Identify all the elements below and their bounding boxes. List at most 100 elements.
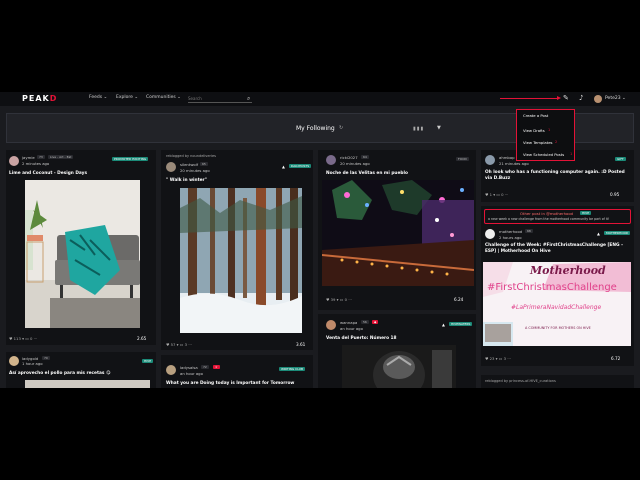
filter-icon[interactable]: ▼	[437, 125, 441, 131]
rep-badge: 72	[201, 365, 209, 369]
avatar[interactable]	[594, 95, 602, 103]
promo-subtitle: a new week a new challenge from the moth…	[488, 217, 610, 221]
vote-count[interactable]: ♥ 39 ▾ ▭ 0 ⋯	[326, 297, 352, 302]
banner-subhashtag: #LaPrimeraNavidadChallenge	[511, 304, 602, 311]
reblog-indicator: reblogged by noundeliveries	[166, 154, 216, 158]
payout-value[interactable]: 6.72	[611, 356, 620, 361]
annotation-arrow	[500, 96, 561, 100]
tag-badge[interactable]: WRITING CLUB	[279, 367, 306, 371]
hive-icon: ▲	[597, 231, 600, 236]
hive-icon: ▲	[282, 164, 285, 169]
post-time: 2 hours ago	[499, 235, 522, 240]
rep-badge: 65	[200, 162, 208, 166]
avatar	[485, 229, 495, 239]
bell-icon[interactable]: ♪	[579, 94, 583, 102]
avatar	[166, 365, 176, 375]
view-scheduled-item[interactable]: View Scheduled Posts	[523, 152, 564, 157]
payout-value[interactable]: 0.95	[610, 192, 619, 197]
post-time: 20 minutes ago	[180, 168, 210, 173]
post-author[interactable]: motherhood	[499, 229, 522, 234]
username-menu[interactable]: Pete23 ⌄	[605, 96, 626, 101]
hive-icon: ▲	[442, 322, 445, 327]
avatar	[326, 320, 336, 330]
page-title: My Following	[296, 125, 335, 132]
rep-badge: 73	[37, 155, 45, 159]
view-mode-icons[interactable]: ▮▮▮	[413, 126, 424, 132]
post-image[interactable]	[322, 180, 474, 286]
post-title[interactable]: " Walk in winter"	[166, 178, 306, 184]
tag-badge[interactable]: FOOD	[456, 157, 469, 161]
post-time: an hour ago	[340, 326, 363, 331]
create-post-item[interactable]: Create a Post	[523, 113, 548, 118]
scheduled-count: 1	[570, 152, 573, 156]
drafts-count: 1	[548, 128, 551, 132]
community-badge[interactable]: Live - Art - Eat	[48, 155, 74, 159]
payout-value[interactable]: 6.24	[454, 297, 463, 302]
banner-hashtag: #FirstChristmasChallenge	[487, 282, 617, 293]
top-navbar: PEAKD Feeds ⌄ Explore ⌄ Communities ⌄ Se…	[0, 92, 640, 106]
tag-badge[interactable]: GIFT	[615, 157, 626, 161]
view-templates-item[interactable]: View Templates	[523, 140, 553, 145]
post-title[interactable]: Noche de las Velitas en mi pueblo	[326, 171, 471, 177]
refresh-icon[interactable]: ↻	[339, 125, 343, 131]
post-author[interactable]: ricki2027	[340, 155, 358, 160]
post-author[interactable]: silentwolf	[180, 162, 198, 167]
tag-badge[interactable]: PROMOTED EXCITING	[112, 157, 149, 161]
feeds-menu[interactable]: Feeds ⌄	[89, 95, 107, 100]
avatar	[9, 156, 19, 166]
post-image[interactable]	[25, 180, 140, 328]
banner-footer: A COMMUNITY FOR MOTHERS ON HIVE	[525, 326, 591, 330]
hive-badge: HIVE	[580, 211, 592, 215]
vote-count[interactable]: ♥ 57 ▾ ▭ 3 ⋯	[166, 342, 192, 347]
post-title[interactable]: Venta del Puerto: Número 18	[326, 336, 471, 342]
winter-forest-photo	[180, 188, 302, 333]
explore-menu[interactable]: Explore ⌄	[116, 95, 138, 100]
vote-count[interactable]: ♥ 1 ▾ ▭ 0 ⋯	[485, 192, 509, 197]
search-input[interactable]: Search	[188, 95, 252, 103]
payout-value[interactable]: 2.65	[137, 336, 146, 341]
rep-badge: 64	[361, 155, 369, 159]
view-drafts-item[interactable]: View Drafts	[523, 128, 545, 133]
pencil-icon[interactable]: ✎	[563, 94, 569, 102]
vote-count[interactable]: ♥ 113 ▾ ▭ 0 ⋯	[9, 336, 37, 341]
banner-title: Motherhood	[530, 264, 606, 277]
community-icon: ♕	[213, 365, 220, 369]
post-title[interactable]: Oh look who has a functioning computer a…	[485, 170, 631, 182]
candle-night-photo	[322, 180, 474, 286]
post-author[interactable]: jaymie	[22, 155, 35, 160]
living-room-illustration	[25, 180, 140, 328]
tag-badge[interactable]: HIVEWATERS	[449, 322, 473, 326]
tag-badge[interactable]: HIVE	[142, 359, 154, 363]
communities-menu[interactable]: Communities ⌄	[146, 95, 181, 100]
templates-count: 2	[555, 140, 558, 144]
rep-badge: 70	[42, 356, 50, 360]
post-time: 2 minutes ago	[22, 161, 50, 166]
post-time: 20 minutes ago	[340, 161, 370, 166]
post-title[interactable]: Challenge of the Week: #FirstChristmasCh…	[485, 243, 631, 255]
vote-count[interactable]: ♥ 23 ▾ ▭ 3 ⋯	[485, 356, 511, 361]
post-author[interactable]: ladysalsa	[180, 365, 198, 370]
tag-badge[interactable]: MOTHERHOOD	[604, 231, 631, 235]
payout-value[interactable]: 3.61	[296, 342, 305, 347]
post-title[interactable]: Así aprovecho el pollo para mis recetas …	[9, 371, 149, 377]
post-time: an hour ago	[180, 371, 203, 376]
post-time: 21 minutes ago	[499, 161, 529, 166]
create-post-dropdown: Create a Post View Drafts 1 View Templat…	[516, 109, 575, 161]
avatar	[166, 162, 176, 172]
post-title[interactable]: What you are Doing today is Important fo…	[166, 381, 311, 387]
post-image[interactable]	[25, 380, 150, 388]
post-time: 1 hour ago	[22, 361, 43, 366]
post-image[interactable]	[180, 188, 302, 333]
post-title[interactable]: Lime and Coconut - Design Days	[9, 171, 149, 177]
post-image[interactable]	[342, 345, 456, 388]
avatar	[485, 155, 495, 165]
post-author[interactable]: ahmbop	[499, 155, 515, 160]
community-icon: ◆	[372, 320, 379, 324]
tag-badge[interactable]: DAILYPOSTS	[289, 164, 312, 168]
search-icon[interactable]: ⌕	[247, 95, 250, 103]
peakd-logo[interactable]: PEAKD	[22, 94, 57, 103]
post-author[interactable]: wannapa	[340, 320, 357, 325]
avatar	[326, 155, 336, 165]
reblog-indicator: reblogged by princess-of-HIVE_curations	[485, 379, 556, 383]
avatar	[9, 356, 19, 366]
